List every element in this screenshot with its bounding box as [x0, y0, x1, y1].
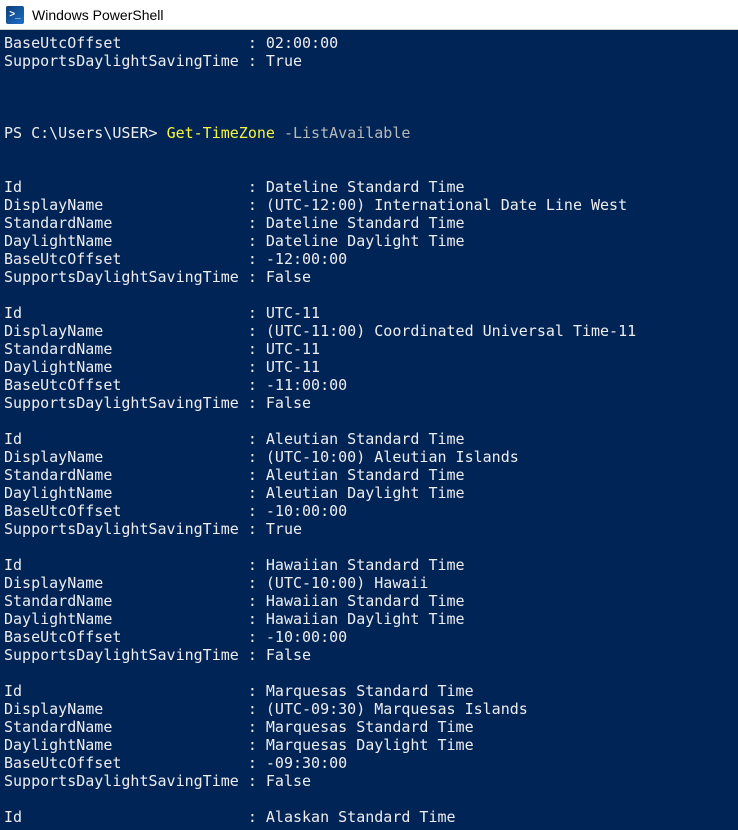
output-line: BaseUtcOffset : -11:00:00: [4, 376, 734, 394]
output-line: StandardName : Dateline Standard Time: [4, 214, 734, 232]
output-blank: [4, 664, 734, 682]
output-line: Id : Marquesas Standard Time: [4, 682, 734, 700]
output-line: DaylightName : Aleutian Daylight Time: [4, 484, 734, 502]
prompt-command: Get-TimeZone: [167, 124, 275, 142]
output-line: StandardName : Hawaiian Standard Time: [4, 592, 734, 610]
output-line: StandardName : Aleutian Standard Time: [4, 466, 734, 484]
output-line: DaylightName : UTC-11: [4, 358, 734, 376]
output-line: StandardName : UTC-11: [4, 340, 734, 358]
output-line: BaseUtcOffset : -10:00:00: [4, 628, 734, 646]
output-line: SupportsDaylightSavingTime : False: [4, 268, 734, 286]
titlebar[interactable]: >_ Windows PowerShell: [0, 0, 738, 30]
output-line: DisplayName : (UTC-10:00) Aleutian Islan…: [4, 448, 734, 466]
output-blank: [4, 106, 734, 124]
output-line: SupportsDaylightSavingTime : True: [4, 52, 734, 70]
output-line: BaseUtcOffset : -10:00:00: [4, 502, 734, 520]
output-blank: [4, 538, 734, 556]
output-line: DaylightName : Hawaiian Daylight Time: [4, 610, 734, 628]
output-blank: [4, 412, 734, 430]
output-line: Id : Alaskan Standard Time: [4, 808, 734, 826]
output-blank: [4, 142, 734, 160]
output-line: Id : Dateline Standard Time: [4, 178, 734, 196]
output-line: DaylightName : Dateline Daylight Time: [4, 232, 734, 250]
output-line: DisplayName : (UTC-10:00) Hawaii: [4, 574, 734, 592]
output-line: DisplayName : (UTC-11:00) Coordinated Un…: [4, 322, 734, 340]
output-line: Id : Aleutian Standard Time: [4, 430, 734, 448]
output-line: SupportsDaylightSavingTime : True: [4, 520, 734, 538]
output-blank: [4, 790, 734, 808]
output-line: DisplayName : (UTC-09:30) Marquesas Isla…: [4, 700, 734, 718]
prompt-param: -ListAvailable: [275, 124, 410, 142]
output-line: BaseUtcOffset : 02:00:00: [4, 34, 734, 52]
terminal-output[interactable]: BaseUtcOffset : 02:00:00SupportsDaylight…: [0, 30, 738, 830]
output-blank: [4, 286, 734, 304]
output-blank: [4, 88, 734, 106]
output-line: Id : UTC-11: [4, 304, 734, 322]
output-line: BaseUtcOffset : -09:30:00: [4, 754, 734, 772]
output-line: BaseUtcOffset : -12:00:00: [4, 250, 734, 268]
output-line: StandardName : Marquesas Standard Time: [4, 718, 734, 736]
prompt-line: PS C:\Users\USER> Get-TimeZone -ListAvai…: [4, 124, 734, 142]
output-line: DaylightName : Marquesas Daylight Time: [4, 736, 734, 754]
output-line: SupportsDaylightSavingTime : False: [4, 772, 734, 790]
output-line: SupportsDaylightSavingTime : False: [4, 646, 734, 664]
output-line: Id : Hawaiian Standard Time: [4, 556, 734, 574]
output-line: DisplayName : (UTC-12:00) International …: [4, 196, 734, 214]
powershell-icon: >_: [6, 6, 24, 24]
output-line: SupportsDaylightSavingTime : False: [4, 394, 734, 412]
output-blank: [4, 160, 734, 178]
window-title: Windows PowerShell: [32, 7, 164, 23]
output-blank: [4, 70, 734, 88]
prompt-prefix: PS C:\Users\USER>: [4, 124, 167, 142]
